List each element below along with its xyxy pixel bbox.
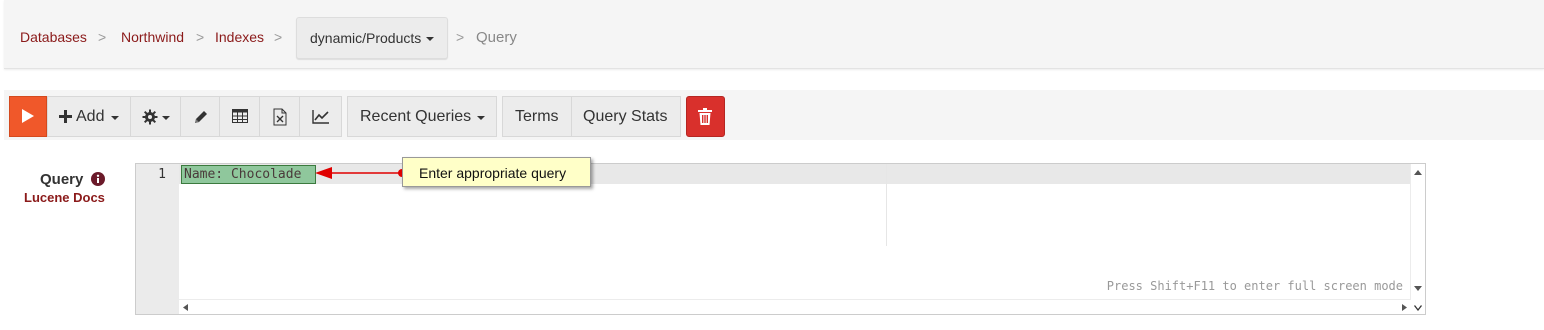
breadcrumb: Databases > Northwind > Indexes > >	[4, 0, 1544, 69]
plus-icon	[59, 110, 72, 123]
caret-down-icon	[111, 116, 119, 120]
scroll-right-icon[interactable]	[1402, 304, 1407, 311]
horizontal-scrollbar[interactable]	[179, 299, 1411, 314]
scroll-left-icon[interactable]	[183, 304, 188, 311]
caret-down-icon	[477, 116, 485, 120]
scroll-down-icon[interactable]	[1414, 286, 1422, 291]
table-icon	[232, 109, 248, 123]
line-chart-icon	[312, 110, 329, 124]
excel-icon	[273, 108, 287, 126]
breadcrumb-indexes[interactable]: Indexes	[215, 29, 264, 45]
terms-button[interactable]: Terms	[502, 96, 572, 137]
add-button[interactable]: Add	[47, 96, 131, 137]
play-icon	[22, 109, 34, 123]
lucene-docs-link[interactable]: Lucene Docs	[24, 190, 105, 205]
query-stats-label: Query Stats	[583, 108, 668, 125]
breadcrumb-northwind[interactable]: Northwind	[121, 29, 184, 45]
trash-icon	[698, 108, 712, 125]
table-view-button[interactable]	[219, 96, 260, 137]
delete-button[interactable]	[686, 96, 725, 137]
breadcrumb-separator: >	[456, 29, 465, 45]
print-margin	[886, 164, 887, 246]
caret-down-icon	[426, 37, 434, 41]
index-dropdown[interactable]: dynamic/Products	[296, 17, 448, 59]
chevron-down-icon[interactable]	[1414, 305, 1422, 311]
recent-queries-label: Recent Queries	[360, 108, 472, 125]
query-editor[interactable]: 1 Name: Chocolade Press Shift+F11 to ent…	[135, 163, 1426, 315]
annotation-callout: Enter appropriate query	[402, 157, 591, 187]
fullscreen-hint: Press Shift+F11 to enter full screen mod…	[1106, 279, 1403, 293]
run-query-button[interactable]	[9, 96, 47, 137]
caret-down-icon	[162, 116, 170, 120]
callout-text: Enter appropriate query	[419, 165, 567, 181]
settings-button[interactable]	[130, 96, 181, 137]
terms-label: Terms	[515, 108, 559, 125]
breadcrumb-separator: >	[98, 29, 107, 45]
chart-button[interactable]	[299, 96, 342, 137]
scroll-up-icon[interactable]	[1414, 170, 1422, 175]
editor-gutter: 1	[136, 164, 179, 314]
export-excel-button[interactable]	[259, 96, 300, 137]
index-dropdown-label: dynamic/Products	[310, 30, 422, 46]
pencil-icon	[195, 111, 207, 123]
query-label: Query	[40, 171, 84, 188]
query-stats-button[interactable]: Query Stats	[571, 96, 681, 137]
callout-arrow-icon	[315, 167, 406, 179]
info-icon[interactable]	[91, 172, 105, 186]
add-button-label: Add	[76, 108, 105, 125]
query-text[interactable]: Name: Chocolade	[184, 167, 301, 182]
breadcrumb-databases[interactable]: Databases	[20, 29, 87, 45]
breadcrumb-separator: >	[196, 29, 205, 45]
breadcrumb-separator: >	[274, 29, 283, 45]
breadcrumb-current: Query	[476, 29, 517, 46]
edit-index-button[interactable]	[180, 96, 220, 137]
gear-icon	[142, 109, 158, 125]
vertical-scrollbar[interactable]	[1410, 164, 1425, 314]
recent-queries-button[interactable]: Recent Queries	[347, 96, 497, 137]
line-number: 1	[158, 167, 166, 182]
